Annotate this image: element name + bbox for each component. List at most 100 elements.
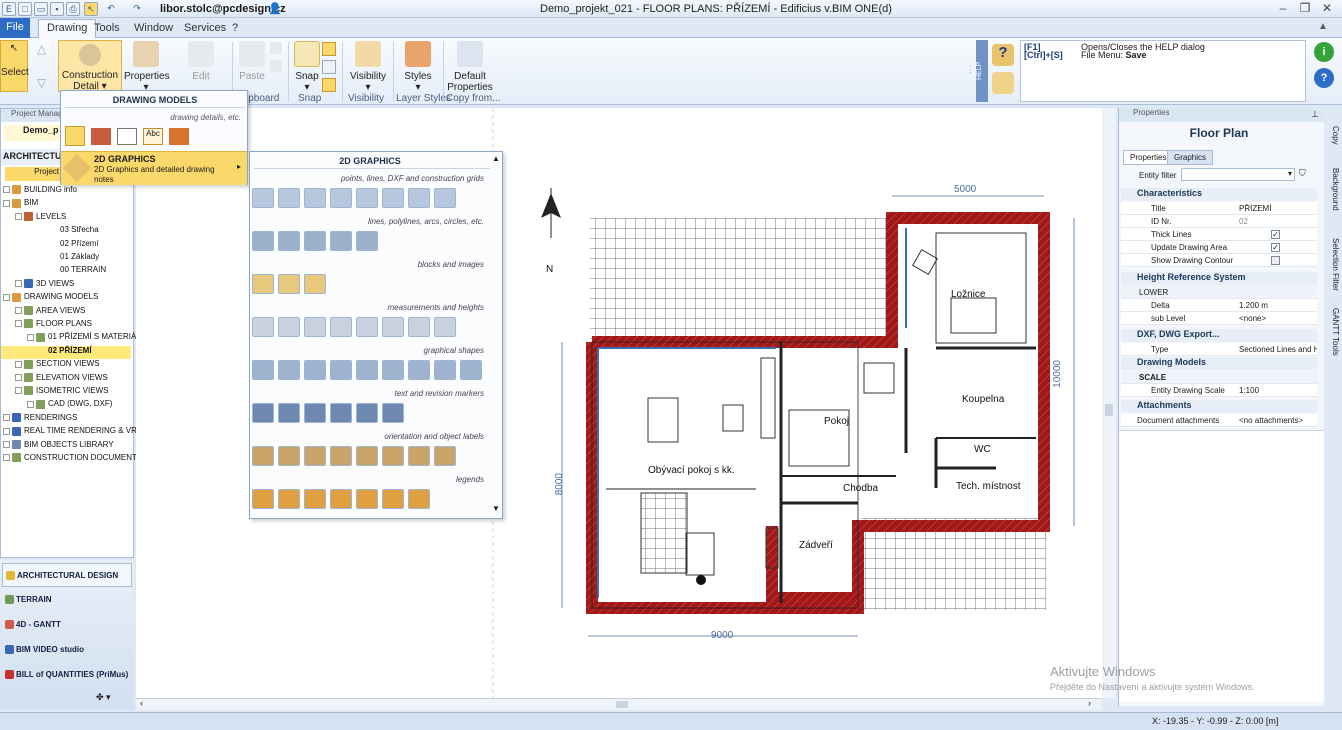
construction-detail-button[interactable]: Construction Detail ▾	[58, 40, 122, 92]
nav-config-icon[interactable]: ✤ ▾	[96, 692, 111, 703]
tree-item[interactable]: DRAWING MODELS	[1, 292, 131, 305]
expand-icon[interactable]	[15, 373, 22, 381]
graphics-tool-icon[interactable]	[252, 360, 274, 380]
vtab-copy[interactable]: Copy	[1326, 126, 1340, 145]
tree-item[interactable]: 01 PŘÍZEMÍ S MATERIÁLY	[1, 332, 146, 345]
graphics-tool-icon[interactable]	[278, 317, 300, 337]
arrow-up-icon[interactable]: △	[37, 42, 46, 56]
print-icon[interactable]: ⎙	[66, 2, 80, 16]
vtab-gantt-tools[interactable]: GANTT Tools	[1326, 308, 1340, 356]
graphics-tool-icon[interactable]	[356, 403, 378, 423]
scroll-thumb[interactable]	[616, 701, 628, 708]
grid-icon[interactable]	[322, 60, 336, 74]
group-drawing-models[interactable]: Drawing Models	[1121, 357, 1317, 370]
select-button[interactable]: ↖ Select	[0, 40, 29, 92]
expand-icon[interactable]	[3, 440, 10, 448]
open-folder-icon[interactable]: ▭	[34, 2, 48, 16]
graphics-tool-icon[interactable]	[382, 188, 404, 208]
graphics-tool-icon[interactable]	[330, 231, 352, 251]
nav-bill-of-quantities[interactable]: BILL of QUANTITIES (PriMus)	[2, 663, 132, 687]
expand-icon[interactable]	[3, 199, 10, 207]
prop-delta[interactable]: Delta 1.200 m	[1121, 299, 1317, 312]
graphics-tool-icon[interactable]	[330, 403, 352, 423]
graphics-tool-icon[interactable]	[252, 489, 274, 509]
nav-4d-gantt[interactable]: 4D - GANTT	[2, 613, 132, 637]
cut-icon[interactable]	[270, 60, 282, 72]
help-key-icon[interactable]	[992, 72, 1014, 94]
scroll-left-icon[interactable]: ‹	[140, 698, 143, 708]
restore-button[interactable]: ❐	[1296, 2, 1314, 16]
tree-item[interactable]: 02 PŘÍZEMÍ	[1, 345, 131, 359]
graphics-tool-icon[interactable]	[278, 446, 300, 466]
pointer-icon[interactable]: ↖	[84, 2, 98, 16]
graphics-tool-icon[interactable]	[408, 446, 430, 466]
graphics-tool-icon[interactable]	[252, 231, 274, 251]
tab-help[interactable]: ?	[224, 20, 246, 38]
graphics-tool-icon[interactable]	[356, 317, 378, 337]
update-area-checkbox[interactable]: ✓	[1271, 243, 1280, 252]
graphics-tool-icon[interactable]	[434, 317, 456, 337]
graphics-tool-icon[interactable]	[304, 446, 326, 466]
graphics-tool-icon[interactable]	[304, 188, 326, 208]
vtab-selection-filter[interactable]: Selection Filter	[1326, 238, 1340, 291]
expand-icon[interactable]	[15, 280, 22, 288]
graphics-tool-icon[interactable]	[278, 188, 300, 208]
graphics-tool-icon[interactable]	[330, 446, 352, 466]
ribbon-minimize-icon[interactable]: ▲	[1318, 21, 1328, 32]
paste-button[interactable]: Paste	[236, 41, 268, 82]
expand-icon[interactable]	[15, 213, 22, 221]
graphics-tool-icon[interactable]	[408, 360, 430, 380]
graphics-tool-icon[interactable]	[304, 489, 326, 509]
group-dxf-export[interactable]: DXF, DWG Export...	[1121, 329, 1317, 342]
text-abc-icon[interactable]: Abc	[143, 128, 163, 145]
graphics-tool-icon[interactable]	[434, 360, 456, 380]
tab-properties[interactable]: Properties	[1123, 150, 1174, 165]
brick-icon[interactable]	[91, 128, 111, 145]
expand-icon[interactable]	[15, 360, 22, 368]
tree-item[interactable]: LEVELS	[1, 212, 131, 225]
vertical-scrollbar[interactable]	[1102, 108, 1116, 698]
minimize-button[interactable]: –	[1274, 2, 1292, 16]
tab-tools[interactable]: Tools	[86, 20, 128, 38]
expand-icon[interactable]	[3, 293, 10, 301]
tree-item[interactable]: RENDERINGS	[1, 413, 131, 426]
new-file-icon[interactable]: □	[18, 2, 32, 16]
horizontal-scrollbar[interactable]: ‹ ›	[136, 698, 1102, 710]
prop-update-drawing-area[interactable]: Update Drawing Area ✓	[1121, 241, 1317, 254]
close-button[interactable]: ✕	[1318, 2, 1336, 16]
styles-button[interactable]: Styles ▾	[396, 41, 440, 93]
entity-filter-dropdown[interactable]: ▾	[1181, 168, 1295, 181]
project-tab[interactable]: Project	[5, 167, 63, 181]
ortho-icon[interactable]	[322, 78, 336, 92]
graphics-tool-icon[interactable]	[356, 446, 378, 466]
graphics-tool-icon[interactable]	[330, 489, 352, 509]
graphics-tool-icon[interactable]	[330, 360, 352, 380]
tree-item[interactable]: CONSTRUCTION DOCUMENTS	[1, 453, 142, 466]
scroll-down-icon[interactable]: ▼	[492, 504, 500, 513]
properties-button[interactable]: Properties ▾	[124, 41, 170, 93]
graphics-tool-icon[interactable]	[356, 360, 378, 380]
graphics-tool-icon[interactable]	[382, 446, 404, 466]
tree-item[interactable]: ELEVATION VIEWS	[1, 373, 131, 386]
expand-icon[interactable]	[3, 414, 10, 422]
prop-entity-drawing-scale[interactable]: Entity Drawing Scale 1:100	[1121, 384, 1317, 397]
prop-lower[interactable]: LOWER	[1121, 286, 1317, 299]
scroll-up-icon[interactable]: ▲	[492, 154, 500, 163]
filter-icon[interactable]: ⛉	[1299, 168, 1306, 179]
snap-toggle-icon[interactable]	[322, 42, 336, 56]
tree-item[interactable]: ISOMETRIC VIEWS	[1, 386, 131, 399]
graphics-tool-icon[interactable]	[278, 489, 300, 509]
graphics-tool-icon[interactable]	[382, 360, 404, 380]
nav-terrain[interactable]: TERRAIN	[2, 588, 132, 612]
prop-show-contour[interactable]: Show Drawing Contour	[1121, 254, 1317, 267]
prop-title[interactable]: Title PŘÍZEMÍ	[1121, 202, 1317, 215]
nav-bim-video[interactable]: BIM VIDEO studio	[2, 638, 132, 662]
graphics-tool-icon[interactable]	[460, 360, 482, 380]
tab-graphics[interactable]: Graphics	[1167, 150, 1214, 165]
graphics-tool-icon[interactable]	[434, 446, 456, 466]
arrow-down-icon[interactable]: ▽	[37, 76, 46, 90]
graphics-tool-icon[interactable]	[304, 274, 326, 294]
tree-item[interactable]: AREA VIEWS	[1, 306, 131, 319]
graphics-tool-icon[interactable]	[278, 274, 300, 294]
group-attachments[interactable]: Attachments	[1121, 400, 1317, 413]
